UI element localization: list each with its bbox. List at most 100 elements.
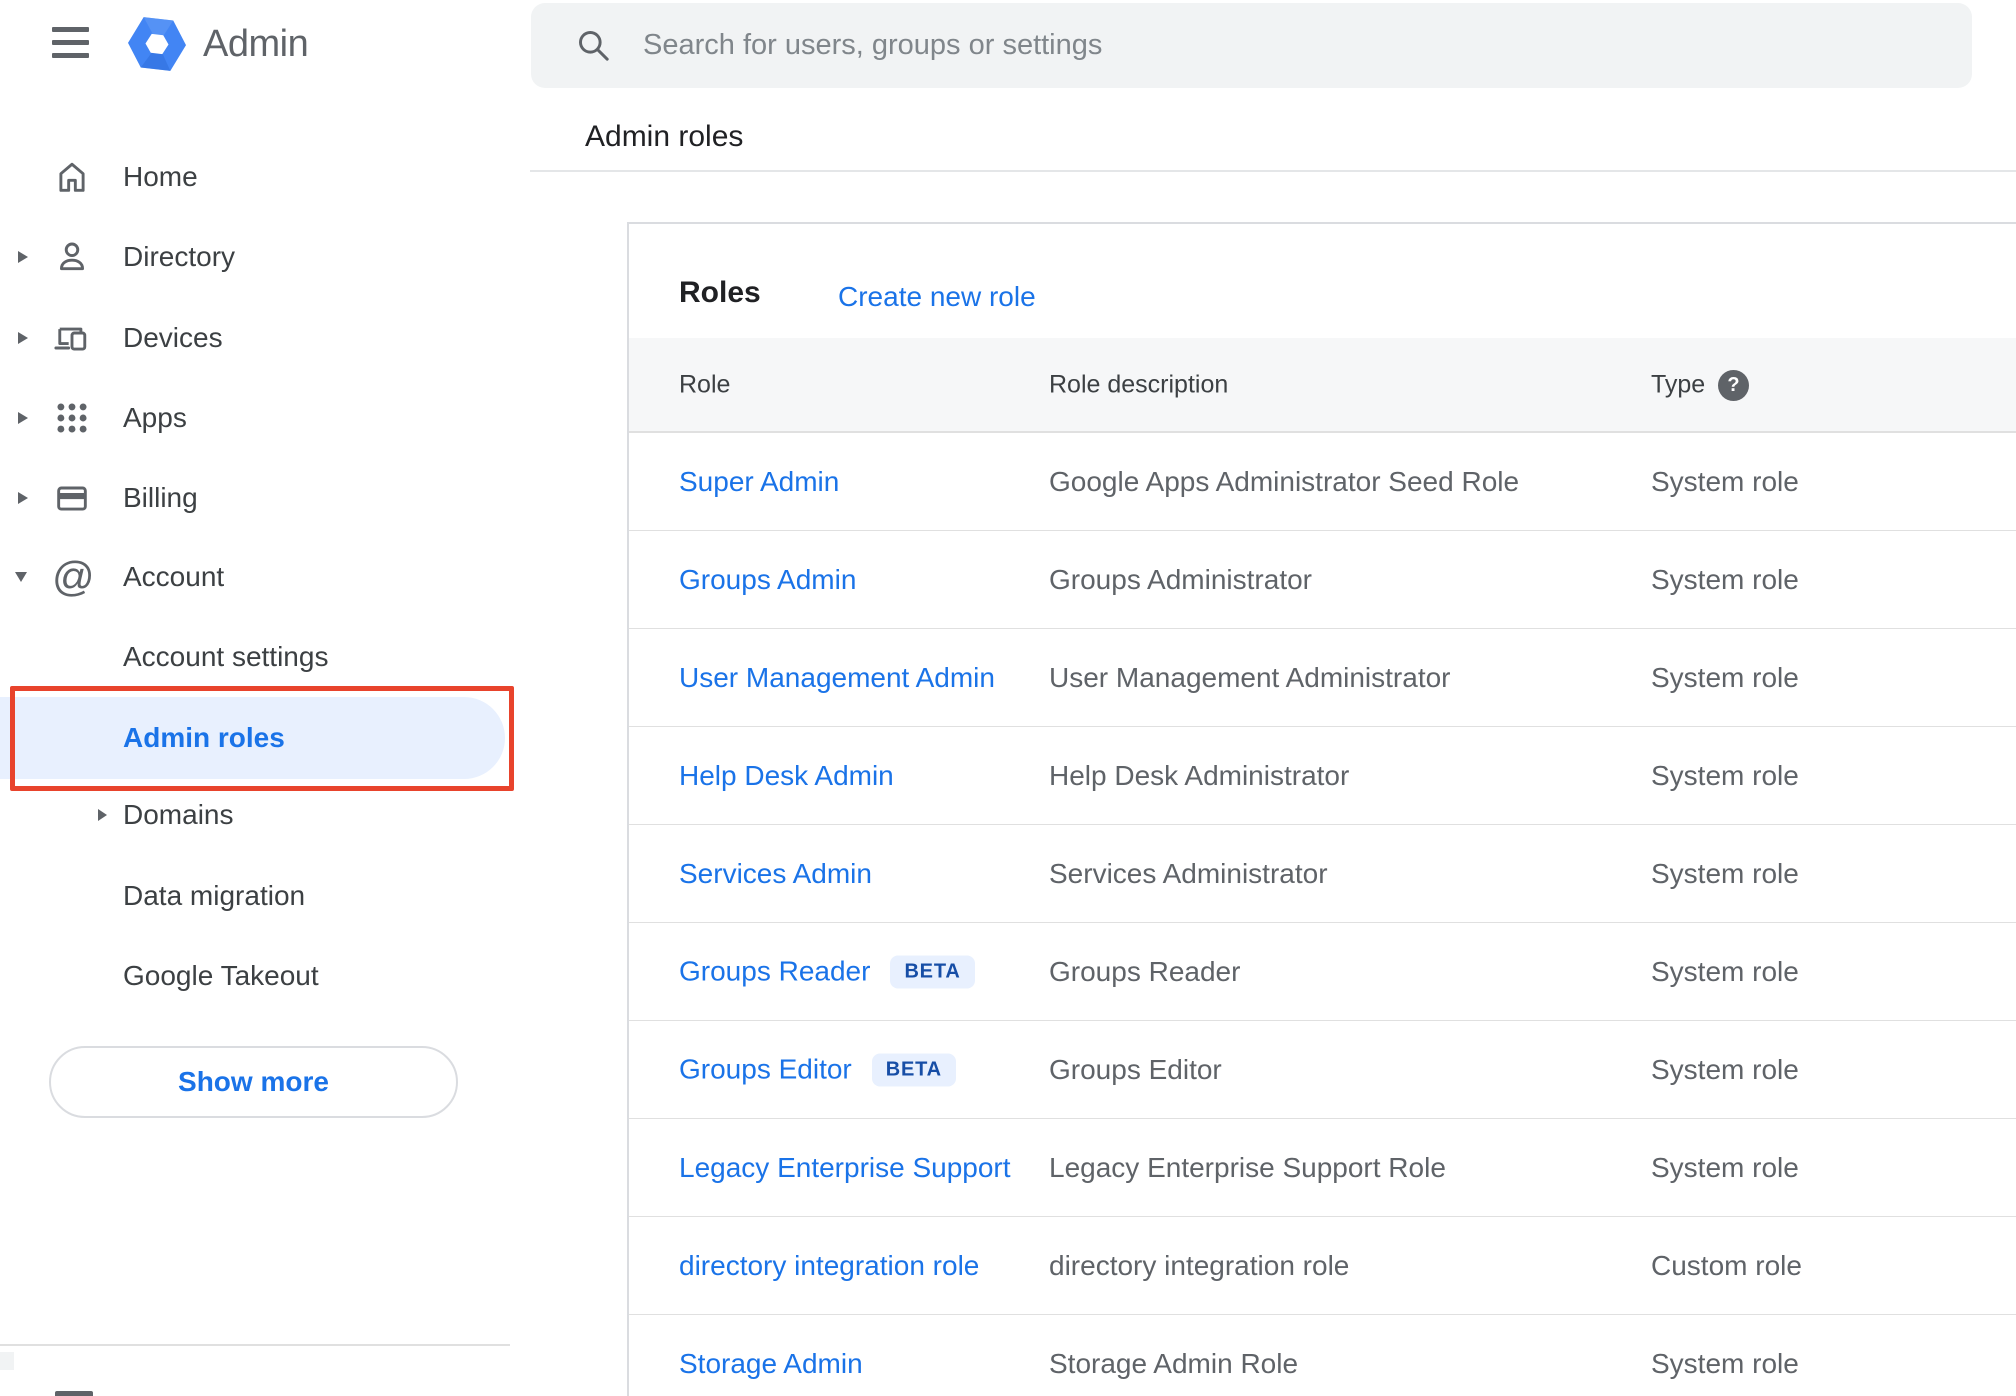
role-link[interactable]: directory integration role <box>679 1250 979 1282</box>
sidebar-item-account[interactable]: @ Account <box>0 545 530 609</box>
sidebar-item-label: Apps <box>123 402 187 433</box>
sidebar-item-domains[interactable]: Domains <box>0 787 530 843</box>
apps-grid-icon <box>52 398 92 438</box>
search-bar[interactable] <box>531 3 1972 88</box>
column-header-type: Type <box>1651 370 1706 398</box>
role-type: System role <box>1651 857 1799 889</box>
scrollbar-fragment <box>0 1352 14 1370</box>
sidebar-item-label: Domains <box>123 799 234 830</box>
chevron-right-icon[interactable] <box>18 412 28 424</box>
beta-badge: BETA <box>871 1053 956 1086</box>
table-row: Storage Admin Storage Admin Role System … <box>629 1315 2016 1396</box>
role-description: Groups Administrator <box>1049 563 1312 595</box>
sidebar-item-label: Account settings <box>123 641 329 672</box>
table-row: Legacy Enterprise Support Legacy Enterpr… <box>629 1119 2016 1217</box>
help-icon[interactable]: ? <box>1718 370 1749 401</box>
show-more-button[interactable]: Show more <box>49 1046 458 1118</box>
role-description: Help Desk Administrator <box>1049 759 1350 791</box>
role-link[interactable]: User Management Admin <box>679 662 995 694</box>
clipped-sidebar-icon <box>55 1391 93 1396</box>
chevron-right-icon[interactable] <box>18 332 28 344</box>
chevron-right-icon[interactable] <box>18 492 28 504</box>
sidebar-item-devices[interactable]: Devices <box>0 306 530 370</box>
menu-hamburger-icon[interactable] <box>52 27 89 58</box>
role-description: Google Apps Administrator Seed Role <box>1049 465 1520 497</box>
sidebar-item-label: Home <box>123 161 198 192</box>
role-link[interactable]: Groups Reader <box>679 956 870 988</box>
role-type: System role <box>1651 563 1799 595</box>
role-description: Services Administrator <box>1049 857 1328 889</box>
role-link[interactable]: Services Admin <box>679 858 872 890</box>
role-type: Custom role <box>1651 1249 1802 1281</box>
role-description: Groups Reader <box>1049 955 1241 987</box>
sidebar-item-directory[interactable]: Directory <box>0 225 530 289</box>
admin-hexagon-icon <box>128 16 186 72</box>
role-link[interactable]: Storage Admin <box>679 1348 863 1380</box>
chevron-down-icon[interactable] <box>15 572 27 582</box>
home-icon <box>52 157 92 197</box>
credit-card-icon <box>52 478 92 518</box>
roles-table-body: Super Admin Google Apps Administrator Se… <box>629 433 2016 1396</box>
sidebar-item-data-migration[interactable]: Data migration <box>0 868 530 924</box>
table-row: directory integration role directory int… <box>629 1217 2016 1315</box>
role-description: Groups Editor <box>1049 1053 1222 1085</box>
sidebar-item-google-takeout[interactable]: Google Takeout <box>0 948 530 1004</box>
sidebar-item-admin-roles[interactable]: Admin roles <box>0 710 530 766</box>
create-new-role-link[interactable]: Create new role <box>838 281 1036 313</box>
chevron-right-icon[interactable] <box>18 251 28 263</box>
sidebar-item-label: Billing <box>123 482 198 513</box>
column-header-role: Role <box>679 370 731 398</box>
role-description: Storage Admin Role <box>1049 1348 1299 1379</box>
table-row: Groups Reader BETA Groups Reader System … <box>629 923 2016 1021</box>
role-link[interactable]: Super Admin <box>679 466 839 498</box>
role-type: System role <box>1651 955 1799 987</box>
role-link[interactable]: Help Desk Admin <box>679 760 894 792</box>
beta-badge: BETA <box>890 955 975 988</box>
sidebar-footer-divider <box>0 1344 510 1346</box>
table-row: Groups Admin Groups Administrator System… <box>629 531 2016 629</box>
table-row: Help Desk Admin Help Desk Administrator … <box>629 727 2016 825</box>
panel-title: Roles <box>679 276 761 309</box>
devices-icon <box>52 318 92 358</box>
roles-panel: Roles Create new role Role Role descript… <box>627 222 2016 1396</box>
role-link[interactable]: Groups Admin <box>679 564 856 596</box>
sidebar-item-apps[interactable]: Apps <box>0 386 530 450</box>
sidebar-item-label: Admin roles <box>123 722 285 753</box>
show-more-label: Show more <box>178 1066 329 1097</box>
sidebar-item-label: Directory <box>123 241 236 272</box>
admin-logo[interactable]: Admin <box>128 16 309 72</box>
sidebar-item-label: Devices <box>123 322 223 353</box>
search-input[interactable] <box>643 3 1923 88</box>
role-type: System role <box>1651 465 1799 497</box>
header-divider <box>530 170 2016 172</box>
table-row: Services Admin Services Administrator Sy… <box>629 825 2016 923</box>
sidebar-item-label: Google Takeout <box>123 960 319 991</box>
role-description: User Management Administrator <box>1049 661 1451 693</box>
column-header-description: Role description <box>1049 370 1229 398</box>
role-type: System role <box>1651 661 1799 693</box>
sidebar-item-label: Account <box>123 561 225 592</box>
role-type: System role <box>1651 759 1799 791</box>
admin-logo-text: Admin <box>203 22 309 65</box>
table-row: Super Admin Google Apps Administrator Se… <box>629 433 2016 531</box>
search-icon <box>575 27 613 70</box>
table-row: User Management Admin User Management Ad… <box>629 629 2016 727</box>
breadcrumb: Admin roles <box>585 120 744 153</box>
role-type: System role <box>1651 1348 1799 1379</box>
table-header-row: Role Role description Type ? <box>629 338 2016 433</box>
role-description: directory integration role <box>1049 1249 1350 1281</box>
sidebar-item-account-settings[interactable]: Account settings <box>0 629 530 685</box>
role-type: System role <box>1651 1053 1799 1085</box>
at-sign-icon: @ <box>52 553 95 600</box>
sidebar-item-billing[interactable]: Billing <box>0 466 530 530</box>
sidebar-item-label: Data migration <box>123 880 306 911</box>
role-description: Legacy Enterprise Support Role <box>1049 1151 1446 1183</box>
chevron-right-icon[interactable] <box>98 809 107 821</box>
role-link[interactable]: Groups Editor <box>679 1054 852 1086</box>
person-icon <box>52 237 92 277</box>
role-type: System role <box>1651 1151 1799 1183</box>
role-link[interactable]: Legacy Enterprise Support <box>679 1152 1011 1184</box>
admin-console-screen: Admin Home Directory Devices Apps Billin… <box>0 0 2016 1396</box>
sidebar-item-home[interactable]: Home <box>0 145 530 209</box>
table-row: Groups Editor BETA Groups Editor System … <box>629 1021 2016 1119</box>
